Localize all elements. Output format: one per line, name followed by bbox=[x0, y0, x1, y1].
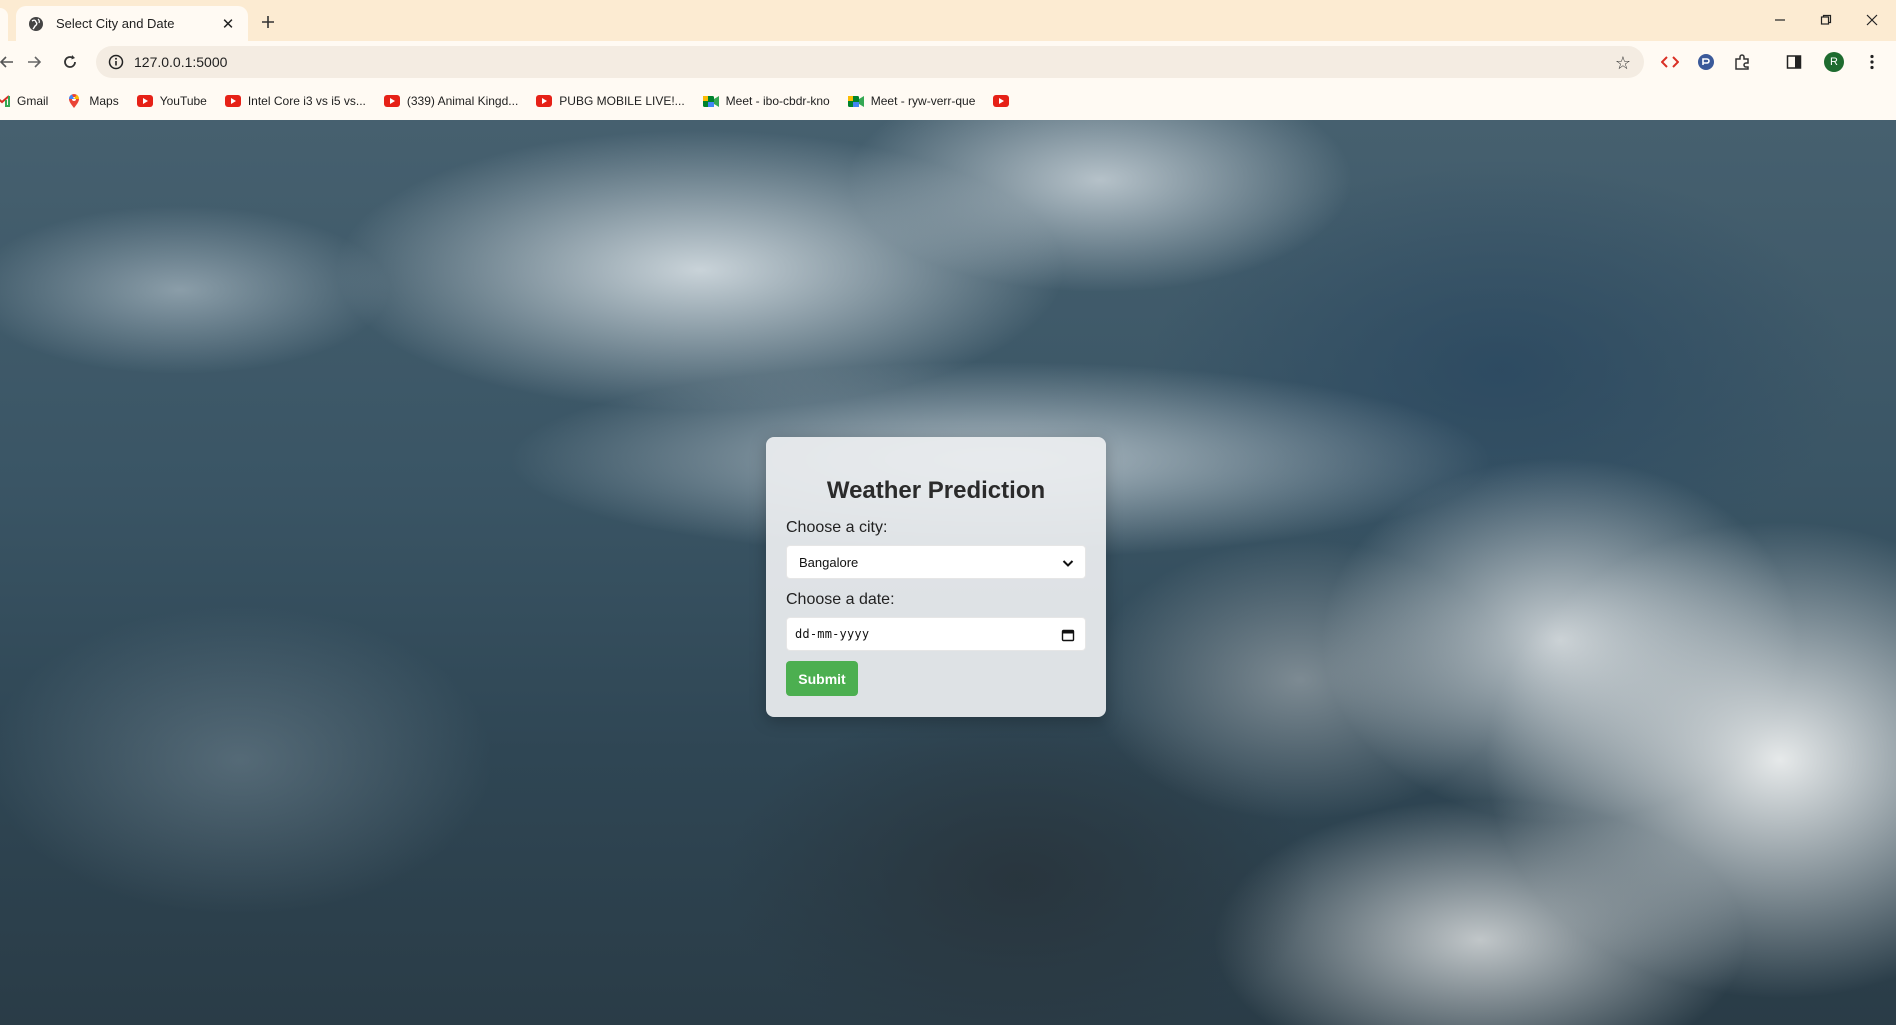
weather-form-card: Weather Prediction Choose a city: Bangal… bbox=[766, 437, 1106, 717]
youtube-icon bbox=[383, 93, 400, 109]
active-tab[interactable]: Select City and Date ✕ bbox=[16, 6, 248, 41]
bookmark-pubg-live[interactable]: PUBG MOBILE LIVE!... bbox=[536, 93, 685, 109]
bookmark-label: PUBG MOBILE LIVE!... bbox=[559, 94, 685, 108]
calendar-icon[interactable] bbox=[1061, 628, 1075, 642]
page-title: Weather Prediction bbox=[826, 477, 1046, 504]
extension-badge-icon[interactable] bbox=[1694, 50, 1718, 74]
meet-icon bbox=[847, 93, 864, 109]
bookmark-meet-ryw[interactable]: Meet - ryw-verr-que bbox=[847, 93, 976, 109]
bookmark-youtube[interactable]: YouTube bbox=[136, 93, 207, 109]
bookmark-label: Intel Core i3 vs i5 vs... bbox=[247, 94, 366, 108]
bookmark-meet-ibo[interactable]: Meet - ibo-cbdr-kno bbox=[702, 93, 830, 109]
bookmark-animal-kingdom-video[interactable]: (339) Animal Kingd... bbox=[383, 93, 519, 109]
bookmark-youtube-unnamed[interactable] bbox=[993, 93, 1016, 109]
youtube-icon bbox=[224, 93, 241, 109]
extensions-puzzle-icon[interactable] bbox=[1730, 50, 1754, 74]
bookmark-label: (339) Animal Kingd... bbox=[406, 94, 519, 108]
youtube-icon bbox=[993, 93, 1010, 109]
bookmark-gmail[interactable]: Gmail bbox=[0, 93, 48, 109]
bookmark-label: Meet - ibo-cbdr-kno bbox=[725, 94, 830, 108]
date-input[interactable]: dd-mm-yyyy bbox=[786, 617, 1086, 651]
forward-arrow-icon bbox=[28, 56, 42, 68]
reload-button[interactable] bbox=[55, 47, 85, 77]
city-select-value: Bangalore bbox=[799, 554, 859, 570]
page-viewport: Weather Prediction Choose a city: Bangal… bbox=[0, 120, 1896, 1025]
bookmark-label: YouTube bbox=[159, 94, 207, 108]
close-window-button[interactable] bbox=[1850, 4, 1894, 36]
meet-icon bbox=[702, 93, 719, 109]
back-arrow-icon bbox=[0, 56, 13, 68]
globe-icon bbox=[26, 14, 46, 34]
plus-icon bbox=[262, 16, 274, 28]
side-panel-icon[interactable] bbox=[1782, 50, 1806, 74]
bookmark-label: Maps bbox=[89, 94, 119, 108]
maps-icon bbox=[66, 93, 82, 109]
bookmark-star-icon[interactable]: ☆ bbox=[1612, 52, 1634, 74]
code-extension-icon[interactable] bbox=[1658, 50, 1682, 74]
bookmark-label: Meet - ryw-verr-que bbox=[870, 94, 976, 108]
restore-icon bbox=[1820, 14, 1832, 25]
bookmark-intel-core-video[interactable]: Intel Core i3 vs i5 vs... bbox=[224, 93, 366, 109]
bookmark-maps[interactable]: Maps bbox=[66, 93, 119, 109]
tab-title: Select City and Date bbox=[56, 16, 175, 31]
new-tab-button[interactable] bbox=[255, 9, 281, 35]
previous-tab-edge[interactable] bbox=[0, 8, 8, 41]
minimize-button[interactable] bbox=[1758, 4, 1802, 36]
chevron-down-icon bbox=[1062, 560, 1074, 567]
site-info-icon[interactable] bbox=[100, 46, 132, 78]
bookmark-label: Gmail bbox=[17, 94, 49, 108]
submit-button[interactable]: Submit bbox=[786, 661, 858, 696]
youtube-icon bbox=[136, 93, 153, 109]
url-text: 127.0.0.1:5000 bbox=[134, 54, 228, 70]
bookmarks-bar: Gmail Maps YouTube Intel Core i3 vs i5 v… bbox=[0, 82, 1896, 120]
profile-avatar[interactable]: R bbox=[1822, 50, 1846, 74]
profile-initial: R bbox=[1824, 52, 1844, 72]
address-bar[interactable]: 127.0.0.1:5000 ☆ bbox=[96, 46, 1644, 78]
close-icon bbox=[1866, 14, 1878, 26]
reload-icon bbox=[64, 55, 76, 68]
date-placeholder: dd-mm-yyyy bbox=[795, 627, 870, 641]
youtube-icon bbox=[536, 93, 553, 109]
minimize-icon bbox=[1775, 19, 1785, 21]
date-label: Choose a date: bbox=[786, 591, 895, 608]
restore-button[interactable] bbox=[1804, 4, 1848, 36]
menu-kebab-icon[interactable] bbox=[1860, 50, 1884, 74]
browser-toolbar: 127.0.0.1:5000 ☆ R bbox=[0, 41, 1896, 82]
gmail-icon bbox=[0, 93, 10, 109]
tab-strip: Select City and Date ✕ bbox=[0, 0, 1896, 41]
forward-button[interactable] bbox=[19, 47, 49, 77]
city-label: Choose a city: bbox=[786, 519, 888, 536]
close-tab-icon[interactable]: ✕ bbox=[218, 14, 238, 34]
city-select[interactable]: Bangalore bbox=[786, 545, 1086, 579]
